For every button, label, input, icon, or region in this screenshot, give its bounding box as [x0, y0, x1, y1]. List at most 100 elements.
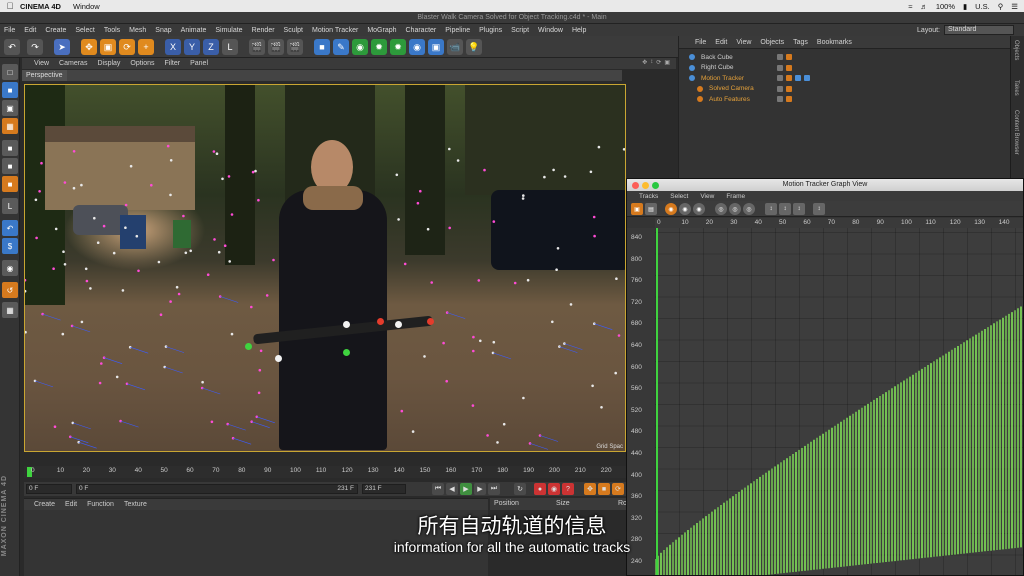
- minimize-icon[interactable]: [642, 182, 649, 189]
- menu-script[interactable]: Script: [511, 27, 529, 34]
- polygons-mode-icon[interactable]: ■: [2, 176, 18, 192]
- wifi-icon[interactable]: ≈: [908, 2, 912, 11]
- scale-key-icon[interactable]: ■: [598, 483, 610, 495]
- scale-icon[interactable]: ▣: [100, 39, 116, 55]
- volume-icon[interactable]: ♬: [920, 2, 928, 11]
- close-icon[interactable]: [632, 182, 639, 189]
- goto-start-icon[interactable]: ⏮: [432, 483, 444, 495]
- right-tab-takes[interactable]: Takes: [1013, 80, 1019, 96]
- tweak-mode-icon[interactable]: ↶: [2, 220, 18, 236]
- material-menu-create[interactable]: Create: [34, 501, 55, 508]
- graph-mode-icon[interactable]: ↕: [765, 203, 777, 215]
- axis-mode-icon[interactable]: L: [2, 198, 18, 214]
- object-row[interactable]: Back Cube: [685, 52, 1005, 62]
- visibility-icon[interactable]: [777, 54, 783, 60]
- viewport-menu-view[interactable]: View: [34, 60, 49, 67]
- visibility-icon[interactable]: [777, 96, 783, 103]
- object-row[interactable]: Solved Camera: [685, 84, 1005, 94]
- make-editable-icon[interactable]: □: [2, 64, 18, 80]
- track-filter-icon[interactable]: ◉: [665, 203, 677, 215]
- material-menu-edit[interactable]: Edit: [65, 501, 77, 508]
- graph-menu-select[interactable]: Select: [670, 193, 688, 200]
- tag-icon[interactable]: [786, 64, 792, 71]
- end-frame-field[interactable]: 231 F: [362, 484, 406, 494]
- goto-end-icon[interactable]: ⏭: [488, 483, 500, 495]
- model-mode-icon[interactable]: ■: [2, 82, 18, 98]
- rotate-icon[interactable]: ⟳: [119, 39, 135, 55]
- menu-tools[interactable]: Tools: [104, 27, 120, 34]
- subdivision-icon[interactable]: ◉: [352, 39, 368, 55]
- frame-range-slider[interactable]: 0 F 231 F: [76, 484, 358, 494]
- cube-icon[interactable]: ■: [314, 39, 330, 55]
- render-view-icon[interactable]: 🎬: [249, 39, 265, 55]
- visibility-icon[interactable]: [777, 64, 783, 71]
- right-tab-objects[interactable]: Objects: [1013, 40, 1019, 60]
- lock-workplane-icon[interactable]: ↺: [2, 282, 18, 298]
- object-row[interactable]: Right Cube: [685, 63, 1005, 73]
- viewport-menu-panel[interactable]: Panel: [190, 60, 208, 67]
- light-icon[interactable]: 💡: [466, 39, 482, 55]
- solo-icon[interactable]: ◉: [2, 260, 18, 276]
- viewport-menu-cameras[interactable]: Cameras: [59, 60, 87, 67]
- pen-icon[interactable]: ✎: [333, 39, 349, 55]
- menu-file[interactable]: File: [4, 27, 15, 34]
- track-filter-2-icon[interactable]: ◉: [679, 203, 691, 215]
- viewport[interactable]: Grid Spac: [24, 84, 626, 452]
- menu-pipeline[interactable]: Pipeline: [445, 27, 470, 34]
- z-axis-icon[interactable]: Z: [203, 39, 219, 55]
- points-mode-icon[interactable]: ■: [2, 140, 18, 156]
- texture-mode-icon[interactable]: ▣: [2, 100, 18, 116]
- layout-dropdown[interactable]: Standard: [944, 25, 1014, 35]
- tag-icon[interactable]: [786, 54, 792, 60]
- planar-workplane-icon[interactable]: ▦: [2, 302, 18, 318]
- right-tab-content-browser[interactable]: Content Browser: [1013, 110, 1019, 155]
- zoom-in-icon[interactable]: ◎: [729, 203, 741, 215]
- graph-menu-view[interactable]: View: [700, 193, 714, 200]
- tag-icon[interactable]: [786, 85, 792, 92]
- deformer-icon[interactable]: ✹: [390, 39, 406, 55]
- y-axis-icon[interactable]: Y: [184, 39, 200, 55]
- material-menu-function[interactable]: Function: [87, 501, 114, 508]
- menu-mograph[interactable]: MoGraph: [367, 27, 396, 34]
- position-key-icon[interactable]: ✥: [584, 483, 596, 495]
- track-filter-3-icon[interactable]: ◉: [693, 203, 705, 215]
- loop-icon[interactable]: ↻: [514, 483, 526, 495]
- maximize-view-icon[interactable]: ▣: [664, 59, 670, 66]
- start-frame-field[interactable]: 0 F: [26, 484, 72, 494]
- tag-icon[interactable]: [804, 75, 810, 82]
- menu-select[interactable]: Select: [75, 27, 94, 34]
- rotate-view-icon[interactable]: ⟳: [656, 59, 661, 66]
- menu-icon[interactable]: ☰: [1011, 2, 1018, 11]
- zoom-out-icon[interactable]: ◎: [743, 203, 755, 215]
- array-icon[interactable]: ✹: [371, 39, 387, 55]
- menu-render[interactable]: Render: [252, 27, 275, 34]
- graph-menu-tracks[interactable]: Tracks: [639, 193, 658, 200]
- zoom-icon[interactable]: [652, 182, 659, 189]
- object-menu-edit[interactable]: Edit: [715, 39, 727, 46]
- graph-mode-4-icon[interactable]: ↕: [813, 203, 825, 215]
- battery-percent[interactable]: 100%: [936, 2, 955, 11]
- viewport-menu-options[interactable]: Options: [130, 60, 154, 67]
- edges-mode-icon[interactable]: ■: [2, 158, 18, 174]
- redo-icon[interactable]: ↷: [27, 39, 43, 55]
- menu-window[interactable]: Window: [538, 27, 563, 34]
- material-menu-texture[interactable]: Texture: [124, 501, 147, 508]
- graph-frame-ruler[interactable]: 010203040506070809010011012013014015: [655, 218, 1023, 228]
- object-row[interactable]: Auto Features: [685, 94, 1005, 104]
- menu-help[interactable]: Help: [572, 27, 586, 34]
- record-icon[interactable]: ●: [534, 483, 546, 495]
- x-axis-icon[interactable]: X: [165, 39, 181, 55]
- menu-simulate[interactable]: Simulate: [215, 27, 242, 34]
- viewport-menu-filter[interactable]: Filter: [165, 60, 181, 67]
- environment-icon[interactable]: ◉: [409, 39, 425, 55]
- next-key-icon[interactable]: ▶: [474, 483, 486, 495]
- window-menu[interactable]: Window: [73, 2, 100, 11]
- rotation-key-icon[interactable]: ⟳: [612, 483, 624, 495]
- menu-character[interactable]: Character: [406, 27, 437, 34]
- apple-icon[interactable]: : [0, 1, 20, 11]
- keyframe-selection-icon[interactable]: ?: [562, 483, 574, 495]
- select-icon[interactable]: ➤: [54, 39, 70, 55]
- menu-sculpt[interactable]: Sculpt: [284, 27, 303, 34]
- live-selection-icon[interactable]: +: [138, 39, 154, 55]
- graph-mode-3-icon[interactable]: ↕: [793, 203, 805, 215]
